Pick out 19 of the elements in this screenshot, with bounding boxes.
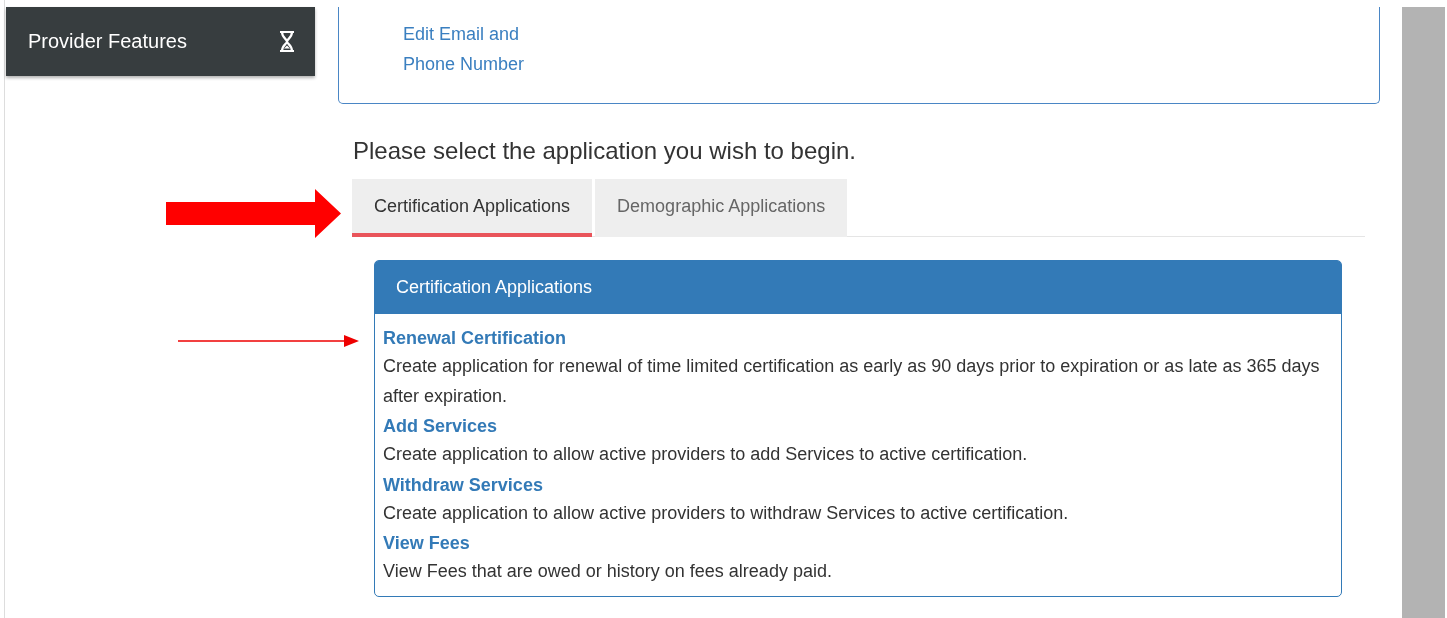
application-description: Create application to allow active providers to withdraw Services to active certification. bbox=[383, 501, 1070, 525]
tab[interactable]: Demographic Applications bbox=[595, 179, 848, 237]
edit-contact-link[interactable]: Edit Email and Phone Number bbox=[403, 19, 525, 79]
arrow-icon bbox=[178, 334, 359, 348]
page-heading: Please select the application you wish to begin. bbox=[353, 137, 857, 165]
panel-header: Certification Applications bbox=[375, 261, 1341, 314]
arrow-icon bbox=[166, 189, 341, 238]
scrollbar[interactable] bbox=[1402, 7, 1445, 618]
application-description: Create application to allow active providers to add Services to active certification. bbox=[383, 443, 1029, 466]
application-link[interactable]: Add Services bbox=[383, 414, 498, 438]
hourglass-icon bbox=[279, 31, 295, 52]
application-description: View Fees that are owed or history on fees already paid. bbox=[383, 560, 833, 583]
application-description: Create application for renewal of time limited certification as early as 90 days prior to expiration or as late as 365 days after expiration. bbox=[383, 355, 1321, 408]
application-link[interactable]: Renewal Certification bbox=[383, 326, 567, 350]
sidebar-header[interactable]: Provider Features bbox=[6, 7, 315, 76]
sidebar-title: Provider Features bbox=[28, 30, 187, 53]
application-link[interactable]: View Fees bbox=[383, 531, 470, 555]
application-link[interactable]: Withdraw Services bbox=[383, 472, 543, 497]
tab[interactable]: Certification Applications bbox=[352, 179, 593, 237]
